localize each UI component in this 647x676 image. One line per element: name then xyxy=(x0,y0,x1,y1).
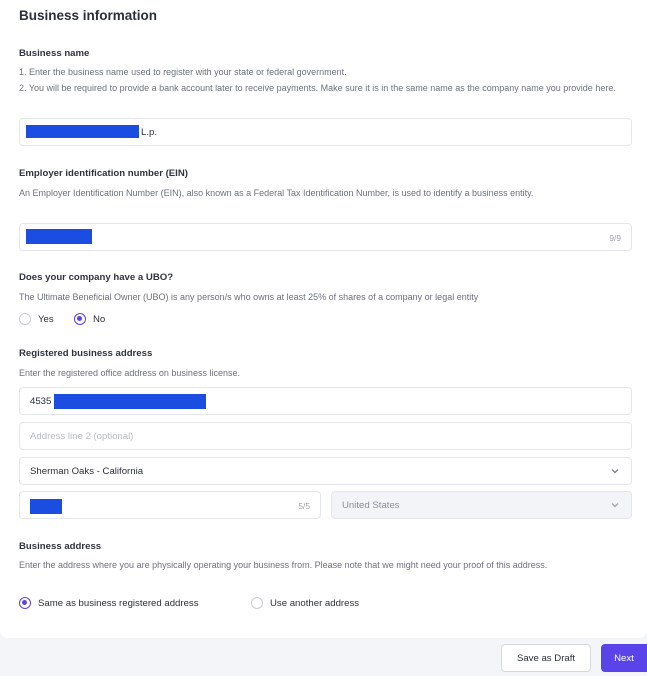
same-address-radio[interactable] xyxy=(19,597,31,609)
ubo-no-radio[interactable] xyxy=(74,313,86,325)
ubo-yes-radio[interactable] xyxy=(19,313,31,325)
city-state-select[interactable]: Sherman Oaks - California xyxy=(19,457,632,485)
registered-address-label: Registered business address xyxy=(19,348,153,359)
same-address-option[interactable]: Same as business registered address xyxy=(19,597,199,609)
ubo-question: Does your company have a UBO? xyxy=(19,272,174,283)
business-address-label: Business address xyxy=(19,541,102,552)
ubo-no-label: No xyxy=(93,313,106,325)
next-button[interactable]: Next xyxy=(601,644,647,672)
ubo-help: The Ultimate Beneficial Owner (UBO) is a… xyxy=(19,292,479,302)
address-line1-input[interactable]: 4535 xyxy=(19,387,632,415)
address-line2-input[interactable]: Address line 2 (optional) xyxy=(19,422,632,450)
page-title: Business information xyxy=(19,8,158,23)
another-address-label: Use another address xyxy=(270,597,360,609)
zip-char-counter: 5/5 xyxy=(298,501,310,511)
chevron-down-icon xyxy=(611,469,619,474)
business-name-suffix: L.p. xyxy=(141,127,158,138)
business-address-help: Enter the address where you are physical… xyxy=(19,560,548,570)
another-address-radio[interactable] xyxy=(251,597,263,609)
redacted-zip-code xyxy=(30,499,62,514)
address-line1-prefix: 4535 xyxy=(30,396,52,407)
address-line2-placeholder: Address line 2 (optional) xyxy=(30,431,134,442)
business-name-help-2: 2. You will be required to provide a ban… xyxy=(19,83,616,93)
business-name-help-1: 1. Enter the business name used to regis… xyxy=(19,67,347,77)
ubo-no-option[interactable]: No xyxy=(74,313,105,325)
country-value: United States xyxy=(342,500,400,511)
redacted-business-name xyxy=(26,125,139,138)
redacted-ein xyxy=(26,229,92,244)
ubo-yes-label: Yes xyxy=(38,313,54,325)
ein-char-counter: 9/9 xyxy=(609,233,621,243)
ein-label: Employer identification number (EIN) xyxy=(19,168,188,179)
another-address-option[interactable]: Use another address xyxy=(251,597,359,609)
city-state-value: Sherman Oaks - California xyxy=(30,466,144,477)
ein-help: An Employer Identification Number (EIN),… xyxy=(19,188,534,198)
ubo-yes-option[interactable]: Yes xyxy=(19,313,54,325)
save-draft-button[interactable]: Save as Draft xyxy=(501,644,591,672)
business-information-card: Business information Business name 1. En… xyxy=(0,0,647,638)
ein-input[interactable]: 9/9 xyxy=(19,223,632,251)
same-address-label: Same as business registered address xyxy=(38,597,199,609)
zip-code-input[interactable]: 5/5 xyxy=(19,491,321,519)
registered-address-help: Enter the registered office address on b… xyxy=(19,368,240,378)
business-name-label: Business name xyxy=(19,48,90,59)
chevron-down-icon xyxy=(611,503,619,508)
business-name-input[interactable]: L.p. xyxy=(19,118,632,146)
country-select[interactable]: United States xyxy=(331,491,632,519)
redacted-address-line1 xyxy=(54,394,206,409)
